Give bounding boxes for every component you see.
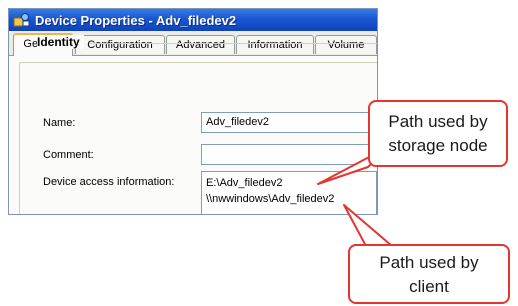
- client-callout: Path used by client: [348, 244, 510, 304]
- storage-node-callout-line-1: Path used by: [388, 112, 488, 131]
- client-callout-pointer: [343, 204, 393, 247]
- storage-node-callout-line-2: storage node: [388, 136, 488, 155]
- storage-node-callout: Path used by storage node: [368, 100, 508, 167]
- client-callout-line-2: client: [409, 277, 449, 296]
- client-callout-line-1: Path used by: [379, 253, 479, 272]
